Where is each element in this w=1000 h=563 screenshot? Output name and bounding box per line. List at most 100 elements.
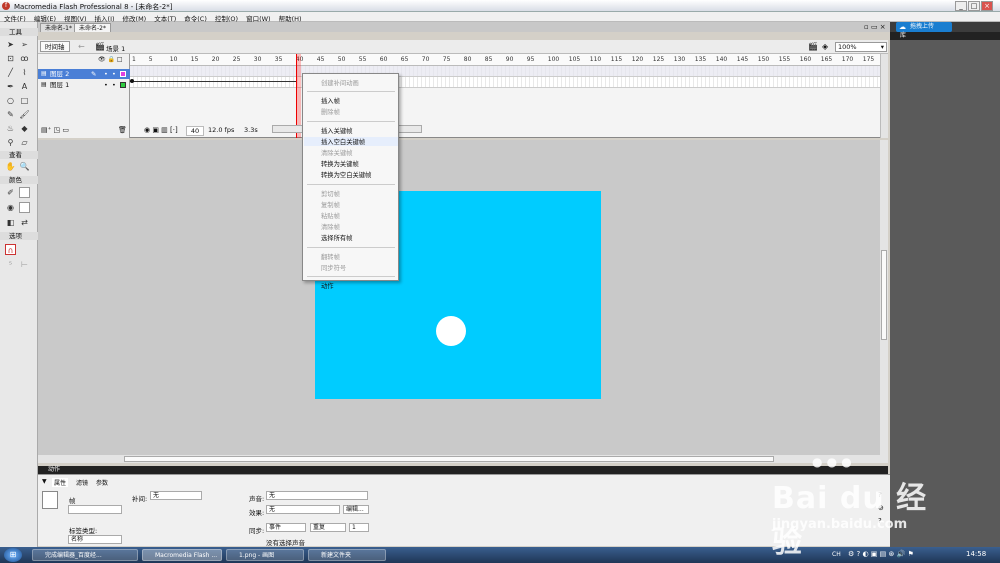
oval-tool-icon[interactable]: ○ [5, 95, 16, 106]
ruler-tick: 35 [274, 56, 283, 63]
paint-bucket-icon[interactable]: ◆ [19, 123, 30, 134]
layer-row[interactable]: ▤ 图层 2 ✎ • • [38, 69, 130, 79]
timeline-panel: 👁 🔒 □ ▤ 图层 2 ✎ • • ▤ 图层 1 • • ▤⁺ ◳ ▭ 🗑 1… [38, 54, 888, 138]
smooth-icon[interactable]: ⁵ [5, 259, 16, 270]
lasso-tool-icon[interactable]: ⌇ [19, 67, 30, 78]
layer-color-swatch[interactable] [120, 82, 126, 88]
rectangle-tool-icon[interactable]: □ [19, 95, 30, 106]
library-title: 库 [900, 32, 907, 39]
repeat-count-input[interactable]: 1 [349, 523, 369, 532]
context-menu-item[interactable]: 插入空白关键帧 [304, 136, 398, 146]
context-menu-item[interactable]: 插入关键帧 [321, 126, 352, 135]
brush-tool-icon[interactable]: 🖌 [19, 109, 30, 120]
effect-select[interactable]: 无 [266, 505, 340, 514]
arrow-tool-icon[interactable]: ➤ [5, 39, 16, 50]
context-menu-item[interactable]: 清除关键帧 [321, 148, 352, 157]
onion-skin-icons[interactable]: ◉ ▣ ▥ [·] [144, 126, 178, 134]
layer-color-swatch[interactable] [120, 71, 126, 77]
start-button[interactable]: ⊞ [4, 548, 22, 562]
black-white-icon[interactable]: ◧ [5, 217, 16, 228]
sound-select[interactable]: 无 [266, 491, 368, 500]
layer-row[interactable]: ▤ 图层 1 • • [38, 80, 130, 90]
frame-ruler[interactable]: 1 5 10 15 20 25 30 35 40 45 50 55 60 65 70 75 80 85 90 95 10… [130, 54, 880, 66]
swap-colors-icon[interactable]: ⇄ [19, 217, 30, 228]
taskbar-item-folder[interactable]: 新建文件夹 [308, 549, 386, 561]
sync-label: 同步: [249, 527, 265, 535]
ink-bottle-icon[interactable]: ♨ [5, 123, 16, 134]
tween-select[interactable]: 无 [150, 491, 202, 500]
subselect-tool-icon[interactable]: ➢ [19, 39, 30, 50]
menu-bar: 文件(F) 编辑(E) 视图(V) 插入(I) 修改(M) 文本(T) 命令(C) 控制(O)… [0, 12, 1000, 23]
context-menu-item[interactable]: 同步符号 [321, 263, 346, 272]
ruler-tick: 80 [463, 56, 472, 63]
pen-tool-icon[interactable]: ✒ [5, 81, 16, 92]
stage-vscroll[interactable] [880, 140, 888, 458]
tab-properties[interactable]: 属性 [52, 478, 69, 487]
scroll-thumb[interactable] [124, 456, 774, 462]
layer-visibility-icons[interactable]: 👁 🔒 □ [98, 56, 123, 63]
add-layer-icon[interactable]: ▤⁺ ◳ ▭ [41, 126, 69, 134]
tools-options-label: 选项 [0, 232, 38, 240]
close-button[interactable]: × [981, 1, 993, 11]
current-frame: 40 [186, 126, 204, 136]
tab-parameters[interactable]: 参数 [96, 478, 108, 487]
doc-window-controls[interactable]: ▫ ▭ × [864, 23, 886, 31]
taskbar-item-flash[interactable]: Macromedia Flash ... [142, 549, 222, 561]
edit-symbol-icon[interactable]: ◈ [822, 42, 828, 51]
repeat-select[interactable]: 重复 [310, 523, 346, 532]
context-menu-item[interactable]: 插入帧 [321, 96, 340, 105]
eyedropper-icon[interactable]: ⚲ [5, 137, 16, 148]
stroke-color-swatch[interactable] [19, 187, 30, 198]
context-menu-item[interactable]: 删除帧 [321, 107, 340, 116]
fill-color-swatch[interactable] [19, 202, 30, 213]
workspace[interactable] [38, 140, 880, 458]
zoom-select[interactable]: 100% ▾ [835, 42, 887, 52]
context-menu-item[interactable]: 创建补间动画 [321, 78, 359, 87]
frame-grid[interactable] [130, 66, 880, 88]
library-panel-bar[interactable]: 库 [890, 32, 1000, 40]
tab-filters[interactable]: 滤镜 [76, 478, 88, 487]
edit-button[interactable]: 编辑... [343, 505, 369, 514]
context-menu-item[interactable]: 转换为空白关键帧 [321, 170, 371, 179]
line-tool-icon[interactable]: ╱ [5, 67, 16, 78]
sync-select[interactable]: 事件 [266, 523, 306, 532]
tab-doc-2[interactable]: 未命名-2* [74, 23, 111, 32]
minimize-button[interactable]: _ [955, 1, 967, 11]
fill-color-icon[interactable]: ◉ [5, 202, 16, 213]
edit-scene-icon[interactable]: 🎬 [808, 42, 818, 51]
frame-row-layer-2[interactable] [130, 66, 880, 77]
free-transform-icon[interactable]: ⊡ [5, 53, 16, 64]
context-menu-item[interactable]: 剪切帧 [321, 189, 340, 198]
context-menu-item[interactable]: 清除帧 [321, 222, 340, 231]
upload-button[interactable]: ☁ 拖拽上传 [896, 22, 952, 32]
hand-tool-icon[interactable]: ✋ [5, 161, 16, 172]
lasso-icon[interactable]: ꝏ [19, 53, 30, 64]
context-menu-item[interactable]: 翻转帧 [321, 252, 340, 261]
trash-icon[interactable]: 🗑 [118, 126, 127, 134]
tab-doc-1[interactable]: 未命名-1* [40, 23, 77, 32]
collapse-arrow-icon[interactable]: ▼ [42, 478, 47, 485]
taskbar-item-paint[interactable]: 1.png - 画图 [226, 549, 304, 561]
text-tool-icon[interactable]: A [19, 81, 30, 92]
white-circle-shape[interactable] [436, 316, 466, 346]
label-type-select[interactable]: 名称 [68, 535, 122, 544]
back-arrow-icon[interactable]: ← [78, 42, 85, 51]
eraser-icon[interactable]: ▱ [19, 137, 30, 148]
context-menu-item[interactable]: 动作 [321, 281, 334, 290]
context-menu-item[interactable]: 粘贴帧 [321, 211, 340, 220]
scroll-thumb[interactable] [881, 250, 887, 340]
maximize-button[interactable]: □ [968, 1, 980, 11]
zoom-tool-icon[interactable]: 🔍 [19, 161, 30, 172]
timeline-vscroll[interactable] [880, 54, 888, 138]
snap-magnet-icon[interactable]: ∩ [5, 244, 16, 255]
context-menu-item[interactable]: 复制帧 [321, 200, 340, 209]
timeline-toggle-button[interactable]: 时间轴 [40, 41, 70, 52]
straighten-icon[interactable]: ⊢ [19, 259, 30, 270]
pencil-tool-icon[interactable]: ✎ [5, 109, 16, 120]
frame-row-layer-1[interactable] [130, 77, 880, 88]
taskbar-item-browser[interactable]: 完成编辑器_百度经... [32, 549, 138, 561]
context-menu-item[interactable]: 选择所有帧 [321, 233, 352, 242]
context-menu-item[interactable]: 转换为关键帧 [321, 159, 359, 168]
stroke-color-icon[interactable]: ✐ [5, 187, 16, 198]
frame-name-input[interactable] [68, 505, 122, 514]
